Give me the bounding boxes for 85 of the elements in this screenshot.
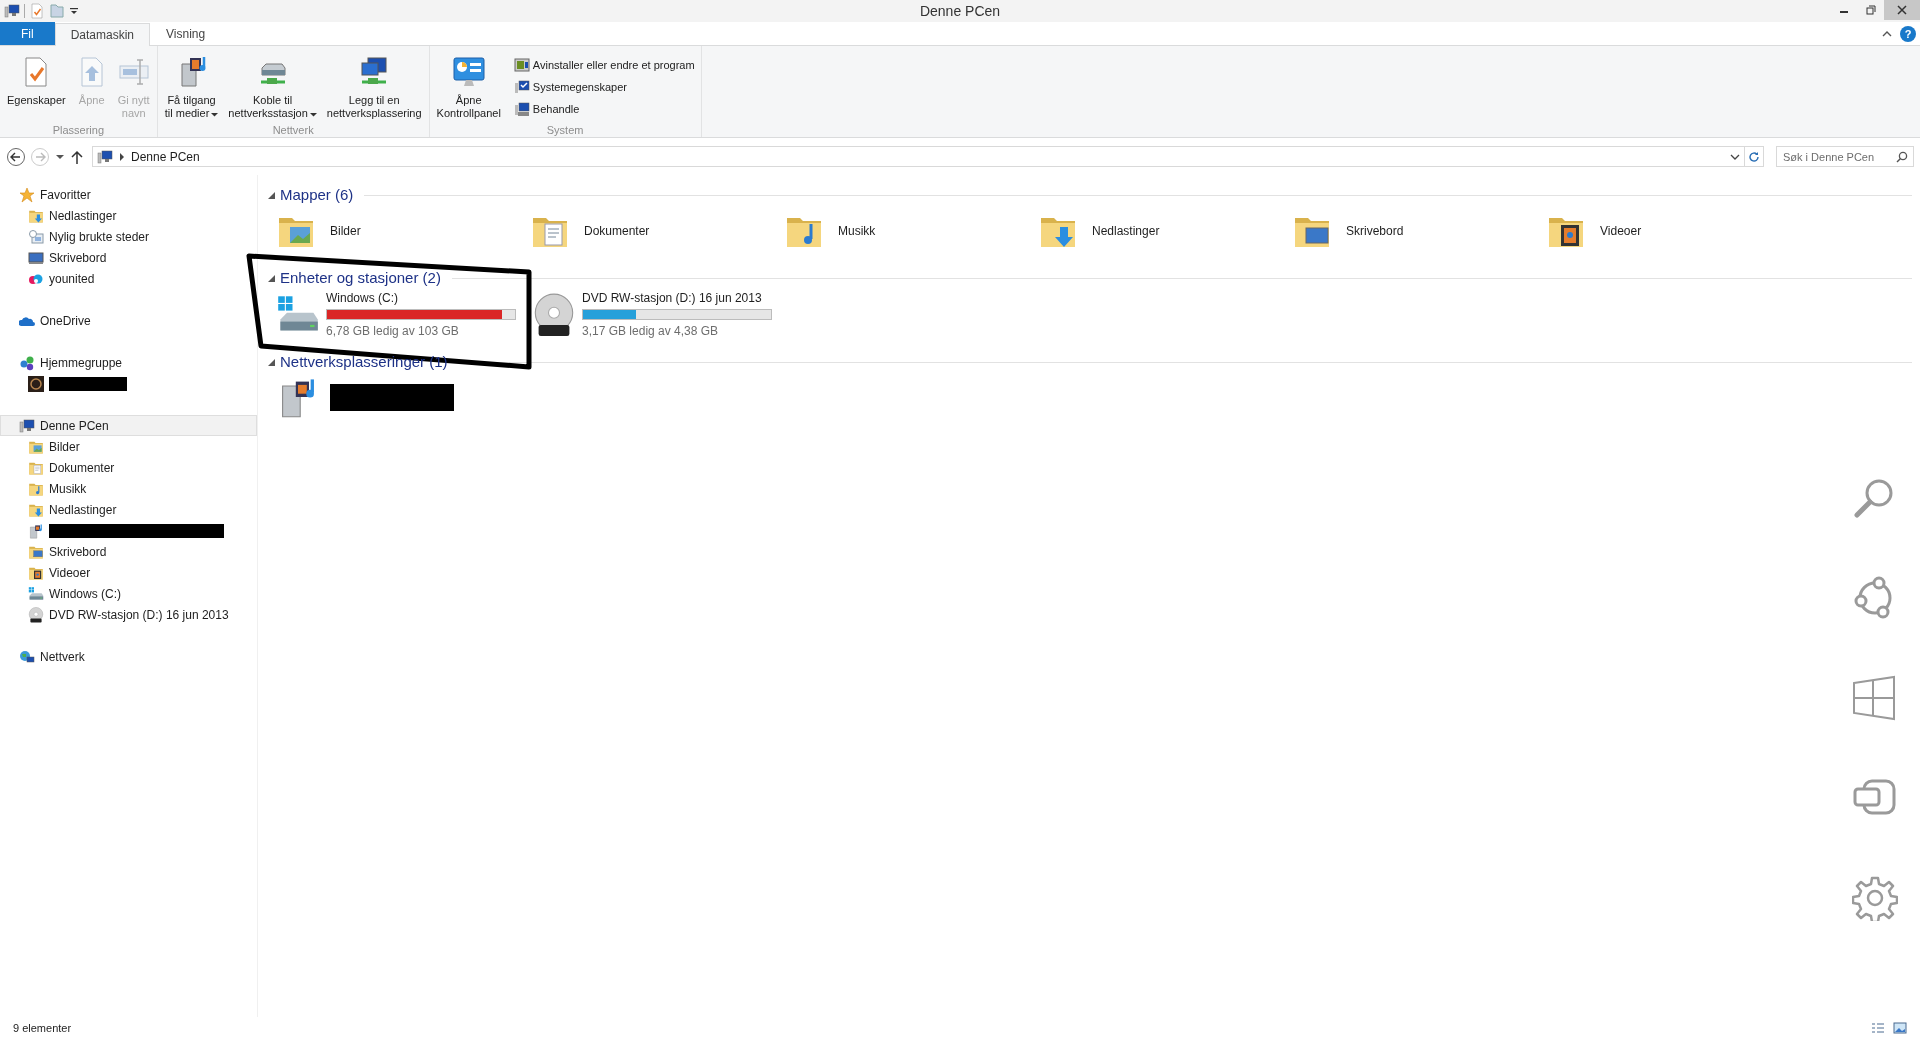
ribbon-button[interactable]: Legg til en nettverksplassering [323,54,425,122]
computer-icon [19,417,35,434]
nav-item[interactable]: OneDrive [0,310,257,331]
computer-management-icon [513,101,530,117]
rename-icon [117,56,150,88]
ribbon-button[interactable]: Behandle [511,98,697,120]
nav-item[interactable]: Videoer [0,562,257,583]
restore-icon [1865,5,1876,15]
media-server-icon [28,522,44,539]
search-icon [1896,150,1908,163]
ribbon-button[interactable]: Egenskaper [4,54,69,109]
folder-name[interactable]: Bilder [330,222,361,240]
close-icon [1897,5,1907,15]
programs-icon [513,57,530,73]
caret-icon [1730,152,1740,161]
free-space-text: 6,78 GB ledig av 103 GB [326,323,460,340]
collapse-ribbon-icon[interactable] [1882,29,1892,38]
window-title: Denne PCen [918,1,1002,21]
folder-name[interactable]: Videoer [1600,222,1642,240]
hard-drive-icon [28,585,44,602]
nav-item[interactable]: Skrivebord [0,247,257,268]
computer-icon[interactable] [4,3,20,19]
star-icon [19,186,35,203]
item-count-text: 9 elementer [13,1020,72,1036]
nav-item[interactable]: Denne PCen [0,415,257,436]
nav-item[interactable]: Nedlastinger [0,205,257,226]
group-header[interactable]: Mapper (6) [268,185,1912,205]
nav-item[interactable]: Bilder [0,436,257,457]
search-field[interactable]: Søk i Denne PCen [1776,146,1914,167]
network-icon [19,648,35,665]
nav-item[interactable]: Favoritter [0,184,257,205]
folder-name[interactable]: Musikk [838,222,876,240]
nav-item[interactable]: Nettverk [0,646,257,667]
group-label: Nettverk [271,123,315,138]
folder-name[interactable]: Nedlastinger [1092,222,1160,240]
large-icons-view-icon[interactable] [1893,1022,1907,1034]
disc-icon [28,606,44,623]
homegroup-icon [19,354,35,371]
group-label: Plassering [51,123,106,138]
ribbon-tab[interactable]: Visning [150,22,222,45]
nav-item[interactable]: DVD RW-stasjon (D:) 16 jun 2013 [0,604,257,625]
group-header[interactable]: Enheter og stasjoner (2) [268,268,1912,288]
nav-item[interactable]: Nylig brukte steder [0,226,257,247]
triangle-icon [268,358,275,366]
control-panel-icon [451,56,486,88]
nav-item[interactable]: Nedlastinger [0,499,257,520]
computer-icon [97,148,113,165]
back-button[interactable] [6,146,26,167]
ribbon-button[interactable]: Få tilgang til medier [161,54,222,122]
address-field[interactable]: Denne PCen [92,146,1745,167]
close-button[interactable] [1884,0,1920,20]
nav-item[interactable]: Dokumenter [0,457,257,478]
chevron-icon [119,152,125,161]
nav-item[interactable]: Hjemmegruppe [0,352,257,373]
ribbon-button[interactable]: Åpne Kontrollpanel [433,54,504,122]
up-arrow-icon[interactable] [70,148,84,165]
nav-item[interactable]: younited [0,268,257,289]
recent-places-icon [28,228,44,245]
ribbon-button[interactable]: Koble til nettverksstasjon [225,54,320,122]
triangle-icon [268,191,275,199]
folder-name[interactable]: Dokumenter [584,222,650,240]
customize-caret-icon[interactable] [69,6,79,16]
nav-item[interactable]: Musikk [0,478,257,499]
group-label: System [545,123,585,138]
ribbon-button[interactable]: Avinstaller eller endre et program [511,54,697,76]
ribbon-button[interactable]: Systemegenskaper [511,76,697,98]
triangle-icon [268,274,275,282]
nav-item[interactable]: Skrivebord [0,541,257,562]
user-picture-icon [28,375,44,392]
properties-icon[interactable] [29,3,45,19]
start-icon[interactable] [1852,675,1898,721]
system-properties-icon [513,79,530,95]
ribbon-tab[interactable]: Fil [0,22,55,45]
refresh-button[interactable] [1744,146,1764,167]
settings-icon[interactable] [1852,875,1898,921]
desktop-icon [28,249,44,266]
free-space-text: 3,17 GB ledig av 4,38 GB [582,323,720,340]
folder-name[interactable]: Skrivebord [1346,222,1404,240]
drive-name[interactable]: Windows (C:) [326,289,516,307]
refresh-icon [1748,151,1760,164]
disc-icon[interactable] [532,292,576,337]
ribbon-tab[interactable]: Datamaskin [54,23,151,46]
help-button[interactable]: ? [1900,25,1916,42]
nav-item[interactable]: Windows (C:) [0,583,257,604]
drive-name[interactable]: DVD RW-stasjon (D:) 16 jun 2013 [582,289,772,307]
